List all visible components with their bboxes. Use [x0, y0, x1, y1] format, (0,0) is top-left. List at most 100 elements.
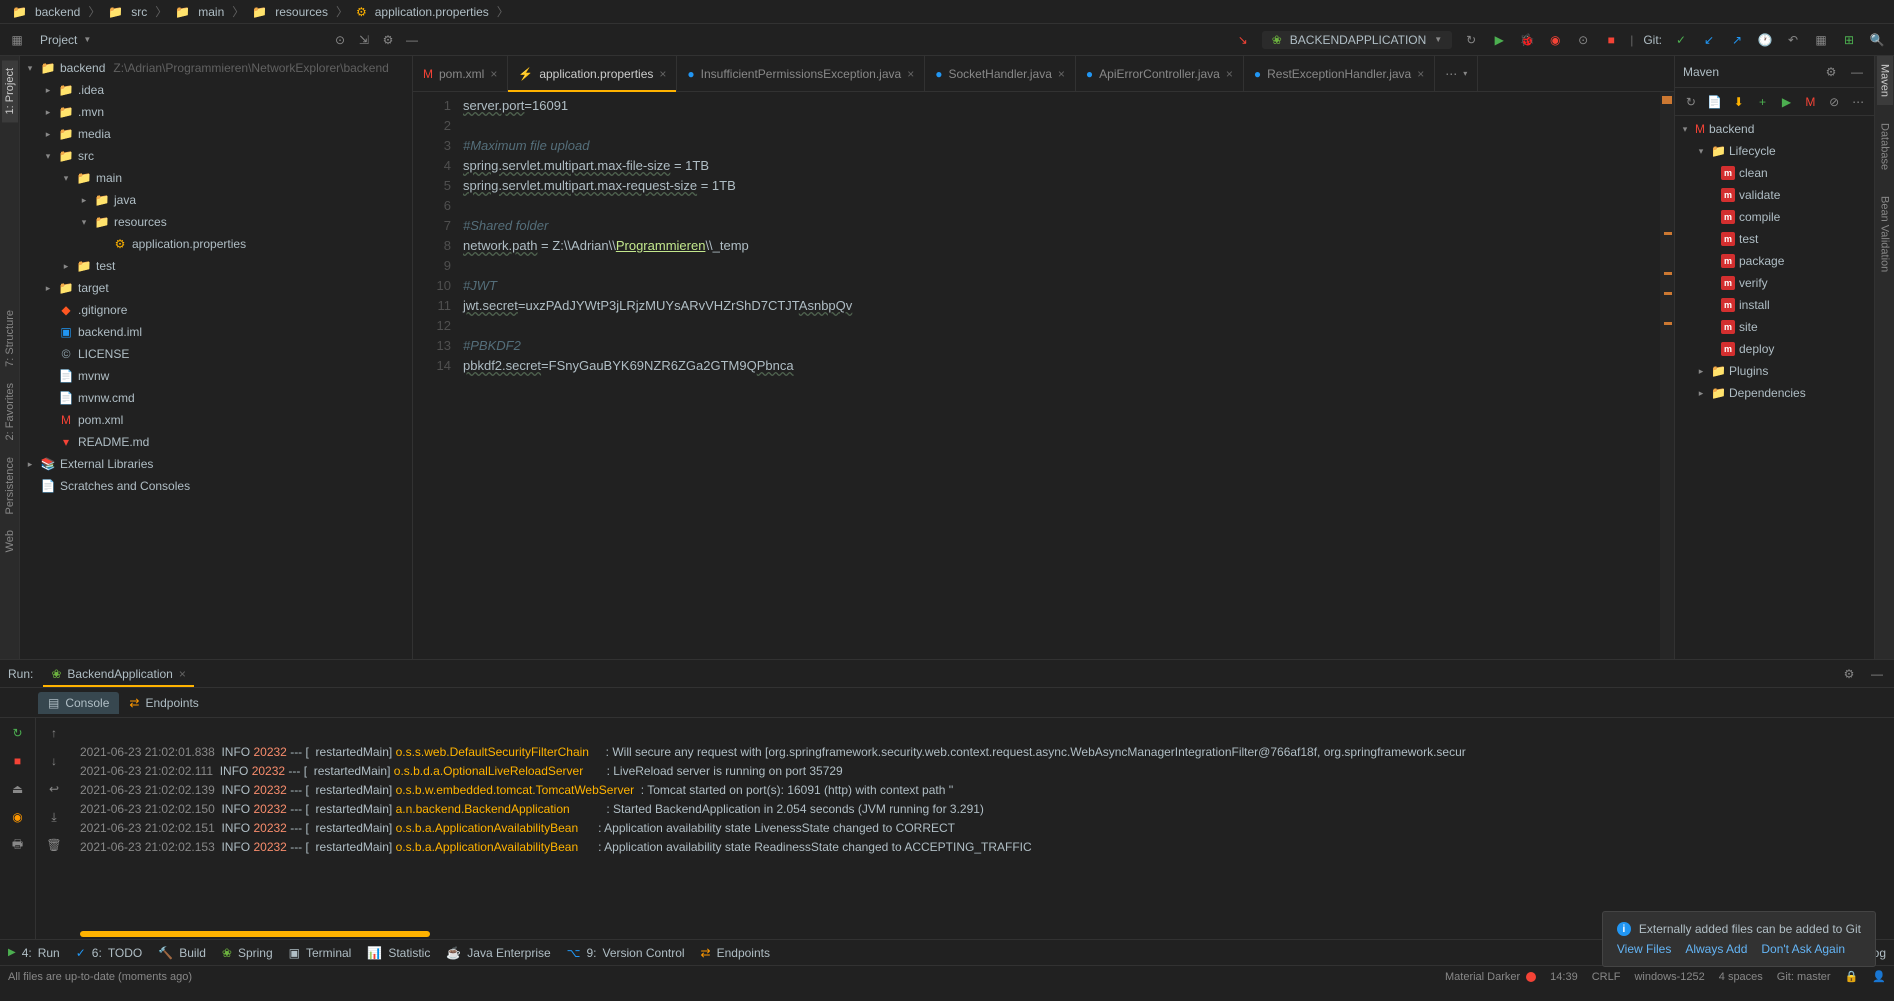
endpoints-tab[interactable]: ⇄Endpoints	[119, 692, 208, 714]
maven-plugins[interactable]: ▸ 📁 Plugins	[1675, 360, 1874, 382]
tree-node-.mvn[interactable]: ▸📁.mvn	[20, 101, 412, 123]
tree-node-mvnw[interactable]: 📄mvnw	[20, 365, 412, 387]
run-tool[interactable]: ▶4: Run	[8, 946, 60, 960]
maven-goal-deploy[interactable]: mdeploy	[1675, 338, 1874, 360]
crumb-1[interactable]: src	[131, 5, 147, 19]
tree-node-main[interactable]: ▾📁main	[20, 167, 412, 189]
maven-goal-package[interactable]: mpackage	[1675, 250, 1874, 272]
tree-node-application.properties[interactable]: ⚙application.properties	[20, 233, 412, 255]
console-output[interactable]: 2021-06-23 21:02:01.838 INFO 20232 --- […	[72, 718, 1894, 939]
reload-icon[interactable]: ↻	[1683, 93, 1699, 111]
close-icon[interactable]: ×	[659, 67, 666, 81]
maven-goal-install[interactable]: minstall	[1675, 294, 1874, 316]
wrap-icon[interactable]: ↩	[45, 780, 63, 798]
clear-icon[interactable]: 🗑	[45, 836, 63, 854]
git-pull-icon[interactable]: ↙	[1700, 31, 1718, 49]
tree-node-src[interactable]: ▾📁src	[20, 145, 412, 167]
run-configuration[interactable]: ❀ BACKENDAPPLICATION ▼	[1262, 31, 1452, 49]
tab-SocketHandler.java[interactable]: ●SocketHandler.java×	[925, 56, 1076, 91]
tree-node-pom.xml[interactable]: Mpom.xml	[20, 409, 412, 431]
tree-node-resources[interactable]: ▾📁resources	[20, 211, 412, 233]
terminal-tool[interactable]: ▣Terminal	[289, 946, 352, 960]
tree-node-media[interactable]: ▸📁media	[20, 123, 412, 145]
tree-node-target[interactable]: ▸📁target	[20, 277, 412, 299]
project-tree[interactable]: ▾ 📁 backend Z:\Adrian\Programmieren\Netw…	[20, 56, 413, 659]
tree-node-README.md[interactable]: ▾README.md	[20, 431, 412, 453]
crumb-2[interactable]: main	[198, 5, 224, 19]
encoding[interactable]: windows-1252	[1634, 971, 1704, 983]
spring-tool[interactable]: ❀Spring	[222, 946, 273, 960]
run-config-tab[interactable]: ❀ BackendApplication ×	[43, 660, 193, 687]
project-tab[interactable]: 1: Project	[2, 60, 18, 122]
vcs-tool[interactable]: ⌥9: Version Control	[567, 946, 685, 960]
inspector-icon[interactable]: 👤	[1872, 970, 1886, 983]
git-commit-icon[interactable]: ✓	[1672, 31, 1690, 49]
tab-InsufficientPermissionsException.java[interactable]: ●InsufficientPermissionsException.java×	[677, 56, 925, 91]
maven-goal-verify[interactable]: mverify	[1675, 272, 1874, 294]
console-tab[interactable]: ▤Console	[38, 692, 119, 714]
tab-RestExceptionHandler.java[interactable]: ●RestExceptionHandler.java×	[1244, 56, 1435, 91]
maven-goal-compile[interactable]: mcompile	[1675, 206, 1874, 228]
crumb-3[interactable]: resources	[275, 5, 328, 19]
build-tool[interactable]: 🔨Build	[158, 946, 206, 960]
maven-root[interactable]: ▾ M backend	[1675, 118, 1874, 140]
git-rollback-icon[interactable]: ↶	[1784, 31, 1802, 49]
m-icon[interactable]: 📄	[1707, 93, 1723, 111]
hide-icon[interactable]: —	[403, 31, 421, 49]
error-icon[interactable]: ↘	[1234, 31, 1252, 49]
maven-lifecycle[interactable]: ▾ 📁 Lifecycle	[1675, 140, 1874, 162]
search-icon[interactable]: 🔍	[1868, 31, 1886, 49]
coverage-icon[interactable]: ◉	[1546, 31, 1564, 49]
indent[interactable]: 4 spaces	[1719, 971, 1763, 983]
lock-icon[interactable]: 🔒	[1845, 970, 1859, 983]
close-icon[interactable]: ×	[490, 67, 497, 81]
down-icon[interactable]: ↓	[45, 752, 63, 770]
git-branch[interactable]: Git: master	[1777, 971, 1831, 983]
close-icon[interactable]: ×	[179, 667, 186, 681]
tree-node-mvnw.cmd[interactable]: 📄mvnw.cmd	[20, 387, 412, 409]
maven-tree[interactable]: ▾ M backend ▾ 📁 Lifecycle mcleanmvalidat…	[1675, 116, 1874, 659]
maven-hide-icon[interactable]: —	[1848, 63, 1866, 81]
tab-pom.xml[interactable]: Mpom.xml×	[413, 56, 508, 91]
grid-icon[interactable]: ▦	[1812, 31, 1830, 49]
web-tab[interactable]: Web	[2, 522, 18, 560]
plus-icon[interactable]: ⊞	[1840, 31, 1858, 49]
skip-icon[interactable]: ⊘	[1826, 93, 1842, 111]
tree-node-test[interactable]: ▸📁test	[20, 255, 412, 277]
tree-root[interactable]: ▾ 📁 backend Z:\Adrian\Programmieren\Netw…	[20, 57, 412, 79]
maven-goal-validate[interactable]: mvalidate	[1675, 184, 1874, 206]
target-icon[interactable]: ⊙	[331, 31, 349, 49]
maven-deps[interactable]: ▸ 📁 Dependencies	[1675, 382, 1874, 404]
tree-node-.gitignore[interactable]: ◆.gitignore	[20, 299, 412, 321]
rebuild-icon[interactable]: ↻	[1462, 31, 1480, 49]
close-icon[interactable]: ×	[1058, 67, 1065, 81]
debug-icon[interactable]: 🐞	[1518, 31, 1536, 49]
crumb-4[interactable]: application.properties	[375, 5, 489, 19]
tab-ApiErrorController.java[interactable]: ●ApiErrorController.java×	[1076, 56, 1244, 91]
close-icon[interactable]: ×	[1226, 67, 1233, 81]
tab-application.properties[interactable]: ⚡application.properties×	[508, 56, 677, 91]
profile-icon[interactable]: ⊙	[1574, 31, 1592, 49]
gear-icon[interactable]: ⚙	[379, 31, 397, 49]
more-tabs[interactable]: ⋯▾	[1435, 56, 1478, 91]
favorites-tab[interactable]: 2: Favorites	[2, 375, 18, 448]
theme-indicator[interactable]: Material Darker	[1445, 971, 1536, 983]
maven-goal-site[interactable]: msite	[1675, 316, 1874, 338]
add-icon[interactable]: +	[1755, 93, 1771, 111]
tree-node-backend.iml[interactable]: ▣backend.iml	[20, 321, 412, 343]
maven-gear-icon[interactable]: ⚙	[1822, 63, 1840, 81]
database-tab[interactable]: Database	[1877, 115, 1893, 178]
project-icon[interactable]: ▦	[8, 31, 26, 49]
tree-node-java[interactable]: ▸📁java	[20, 189, 412, 211]
gear-icon[interactable]: ⚙	[1840, 665, 1858, 683]
endpoints-tool[interactable]: ⇄Endpoints	[701, 946, 770, 960]
code-editor[interactable]: 1234567891011121314 server.port=16091 #M…	[413, 92, 1674, 659]
view-files-link[interactable]: View Files	[1617, 942, 1671, 956]
exit-icon[interactable]: ⏏	[9, 780, 27, 798]
maven-goal-test[interactable]: mtest	[1675, 228, 1874, 250]
persistence-tab[interactable]: Persistence	[2, 449, 18, 522]
more-icon[interactable]: ⋯	[1850, 93, 1866, 111]
statistic-tool[interactable]: 📊Statistic	[367, 946, 430, 960]
close-icon[interactable]: ×	[1417, 67, 1424, 81]
run-icon[interactable]: ▶	[1490, 31, 1508, 49]
